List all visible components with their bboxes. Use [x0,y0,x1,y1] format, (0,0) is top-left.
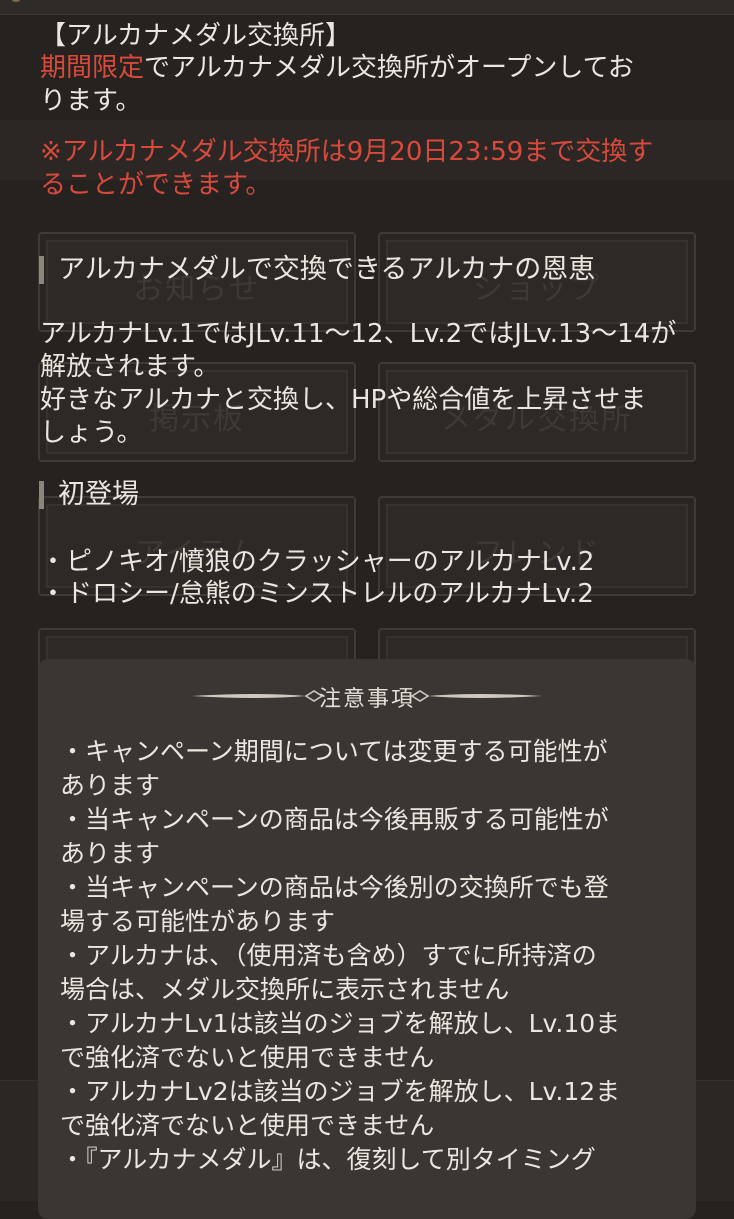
deadline-notice: ※アルカナメダル交換所は9月20日23:59まで交換す [40,137,654,167]
announcement-intro-line2: ります。 [40,86,142,116]
section-marker [39,481,44,509]
notice-line: で強化済でないと使用できません [60,1043,435,1072]
notice-line: ・アルカナは、（使用済も含め）すでに所持済の [60,941,597,970]
debut-item: ・ドロシー/怠熊のミンストレルのアルカナLv.2 [40,579,594,609]
announcement-content: 【アルカナメダル交換所】 期間限定でアルカナメダル交換所がオープンしてお ります… [0,0,734,1219]
announcement-intro: 期間限定でアルカナメダル交換所がオープンしてお [40,52,634,85]
ornament-right-icon [410,690,542,702]
notice-line: あります [60,839,161,868]
benefits-text-line: アルカナLv.1ではJLv.11～12、Lv.2ではJLv.13～14が [40,319,677,349]
notice-title: 注意事項 [318,687,415,712]
benefits-text-line: しょう。 [40,418,143,448]
debut-item: ・ピノキオ/憤狼のクラッシャーのアルカナLv.2 [40,547,595,577]
notice-line: 場する可能性があります [60,907,336,936]
notice-line: で強化済でないと使用できません [60,1111,435,1140]
notice-line: 場合は、メダル交換所に表示されません [60,975,510,1004]
notice-header: 注意事項 [38,681,696,712]
benefits-text-line: 解放されます。 [40,352,220,382]
notice-line: ・当キャンペーンの商品は今後再販する可能性が [60,805,609,834]
section-marker [39,256,44,284]
benefits-text-line: 好きなアルカナと交換し、HPや総合値を上昇させま [40,385,647,415]
limited-time-highlight: 期間限定 [40,53,145,83]
notice-box: 注意事項 ・キャンペーン期間については変更する可能性が あります ・当キャンペー… [38,659,696,1219]
notice-line: ・『アルカナメダル』は、復刻して別タイミング [60,1145,596,1174]
section-title-benefits: アルカナメダルで交換できるアルカナの恩恵 [58,254,596,285]
notice-line: あります [60,771,161,800]
notice-line: ・当キャンペーンの商品は今後別の交換所でも登 [60,873,609,902]
intro-text: でアルカナメダル交換所がオープンしてお [144,53,634,83]
deadline-notice-line2: ることができます。 [40,170,272,200]
section-title-debut: 初登場 [58,479,139,510]
notice-line: ・アルカナLv1は該当のジョブを解放し、Lv.10ま [60,1009,621,1038]
notice-line: ・キャンペーン期間については変更する可能性が [60,737,608,766]
notice-line: ・アルカナLv2は該当のジョブを解放し、Lv.12ま [60,1077,621,1106]
announcement-heading: 【アルカナメダル交換所】 [40,21,351,51]
